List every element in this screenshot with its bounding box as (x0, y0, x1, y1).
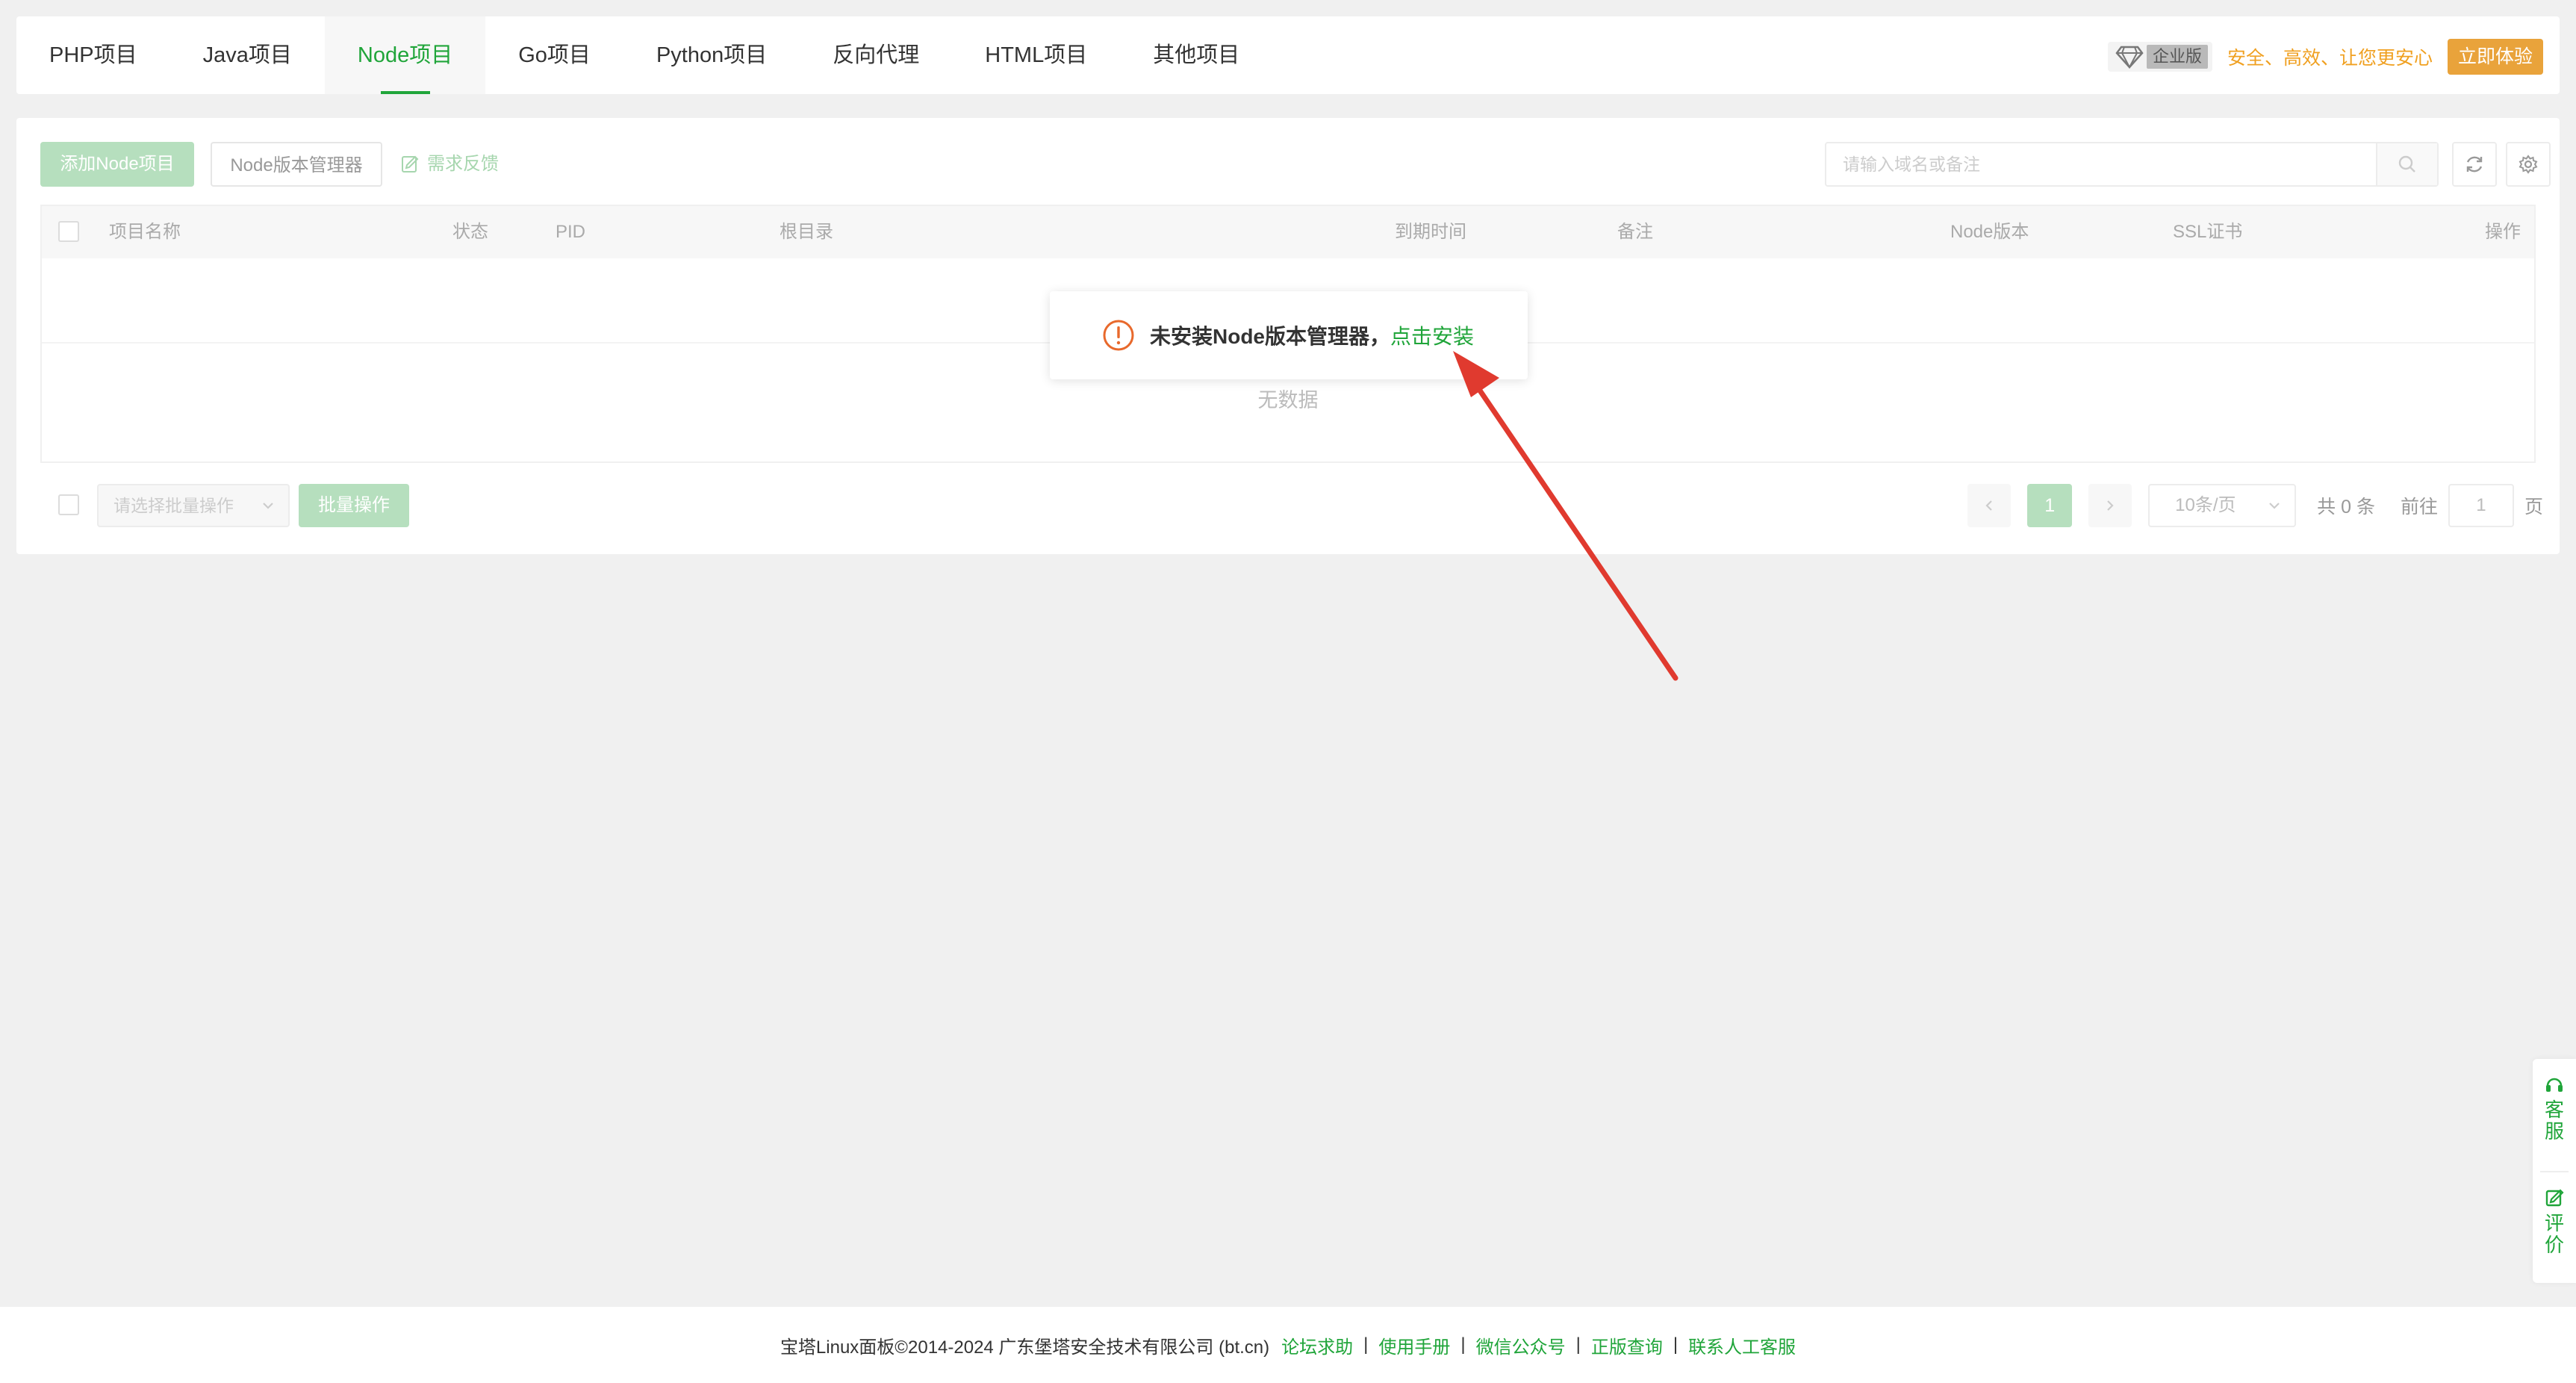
feedback-link[interactable]: 需求反馈 (400, 142, 499, 187)
next-page-button[interactable] (2088, 484, 2132, 527)
table-header: 项目名称 状态 PID 根目录 到期时间 备注 Node版本 SSL证书 操作 (42, 206, 2534, 258)
footer-link-manual[interactable]: 使用手册 (1378, 1332, 1450, 1358)
tab-go[interactable]: Go项目 (485, 16, 623, 94)
review-label: 评价 (2544, 1212, 2564, 1256)
goto-label: 前往 (2400, 497, 2438, 518)
goto-page-input[interactable]: 1 (2448, 484, 2514, 527)
column-remark: 备注 (1617, 222, 1653, 242)
pagination: 1 10条/页 共 0 条 前往 1 页 (1967, 484, 2543, 527)
footer-separator: | (1673, 1334, 1679, 1355)
column-expiry[interactable]: 到期时间 (1395, 206, 1466, 258)
page-number-current[interactable]: 1 (2027, 484, 2073, 527)
chevron-left-icon (1985, 500, 1992, 511)
copyright-text: 宝塔Linux面板©2014-2024 广东堡塔安全技术有限公司 (bt.cn) (780, 1337, 1270, 1358)
batch-operation-button[interactable]: 批量操作 (299, 484, 409, 527)
chevron-right-icon (2107, 500, 2114, 511)
tab-html[interactable]: HTML项目 (952, 16, 1120, 94)
refresh-icon (2466, 156, 2483, 173)
feedback-label: 需求反馈 (427, 154, 499, 174)
search-button[interactable] (2376, 143, 2437, 185)
customer-service-label: 客服 (2544, 1098, 2564, 1143)
search-box[interactable]: 请输入域名或备注 (1825, 142, 2439, 187)
try-now-button[interactable]: 立即体验 (2447, 39, 2543, 75)
review-icon (2545, 1189, 2564, 1207)
select-all-checkbox[interactable] (58, 221, 79, 242)
search-input[interactable]: 请输入域名或备注 (1843, 143, 1980, 185)
refresh-button[interactable] (2452, 142, 2497, 187)
floating-sidebar: 客服 评价 (2533, 1059, 2576, 1283)
batch-select-placeholder: 请选择批量操作 (113, 496, 234, 515)
warning-icon (1103, 320, 1134, 351)
edit-icon (402, 155, 419, 173)
settings-icon (2519, 155, 2538, 174)
column-node-version: Node版本 (1950, 222, 2029, 242)
tab-node[interactable]: Node项目 (324, 16, 486, 94)
column-ssl: SSL证书 (2173, 222, 2243, 242)
customer-service-button[interactable]: 客服 (2533, 1074, 2576, 1143)
project-tabs-bar: PHP项目 Java项目 Node项目 Go项目 Python项目 反向代理 H… (16, 16, 2560, 94)
footer-separator: | (1575, 1334, 1581, 1355)
footer-link-wechat[interactable]: 微信公众号 (1476, 1332, 1566, 1358)
chevron-down-icon (2269, 503, 2280, 509)
search-icon (2398, 155, 2415, 173)
tab-php[interactable]: PHP项目 (16, 16, 170, 94)
column-project-name[interactable]: 项目名称 (109, 206, 181, 258)
footer-link-human-support[interactable]: 联系人工客服 (1688, 1332, 1796, 1358)
tab-reverse-proxy[interactable]: 反向代理 (800, 16, 952, 94)
install-link[interactable]: 点击安装 (1390, 320, 1474, 350)
add-node-project-button[interactable]: 添加Node项目 (40, 142, 194, 187)
node-version-manager-button[interactable]: Node版本管理器 (211, 142, 382, 187)
review-button[interactable]: 评价 (2533, 1187, 2576, 1256)
float-divider (2540, 1171, 2569, 1172)
footer-separator: | (1460, 1334, 1466, 1355)
batch-operation-select[interactable]: 请选择批量操作 (97, 484, 290, 527)
promo-text[interactable]: 安全、高效、让您更安心 (2227, 43, 2433, 70)
toast-text: 未安装Node版本管理器， (1150, 325, 1391, 348)
page-suffix: 页 (2524, 497, 2543, 518)
footer-separator: | (1363, 1334, 1369, 1355)
prev-page-button[interactable] (1967, 484, 2012, 527)
enterprise-promo: 企业版 安全、高效、让您更安心 立即体验 (2107, 39, 2543, 75)
enterprise-badge: 企业版 (2107, 42, 2212, 72)
column-root-dir: 根目录 (780, 222, 833, 242)
enterprise-label: 企业版 (2146, 45, 2208, 69)
tabs: PHP项目 Java项目 Node项目 Go项目 Python项目 反向代理 H… (16, 16, 1272, 94)
tab-python[interactable]: Python项目 (623, 16, 800, 94)
chevron-down-icon (263, 503, 273, 509)
total-count: 共 0 条 (2317, 497, 2375, 518)
headset-icon (2546, 1078, 2563, 1092)
footer-link-forum[interactable]: 论坛求助 (1281, 1332, 1353, 1358)
footer: 宝塔Linux面板©2014-2024 广东堡塔安全技术有限公司 (bt.cn)… (0, 1307, 2576, 1383)
column-pid: PID (556, 222, 586, 242)
page-size-value: 10条/页 (2175, 495, 2236, 515)
footer-link-license-check[interactable]: 正版查询 (1591, 1332, 1663, 1358)
empty-state-text: 无数据 (1257, 389, 1319, 411)
tab-other[interactable]: 其他项目 (1120, 16, 1272, 94)
column-actions: 操作 (2485, 222, 2521, 242)
batch-checkbox[interactable] (58, 494, 79, 515)
toast-message: 未安装Node版本管理器， 点击安装 (1050, 291, 1528, 379)
column-status: 状态 (452, 222, 488, 242)
diamond-icon (2115, 46, 2144, 69)
settings-button[interactable] (2506, 142, 2551, 187)
page-size-select[interactable]: 10条/页 (2148, 484, 2297, 527)
tab-java[interactable]: Java项目 (170, 16, 325, 94)
